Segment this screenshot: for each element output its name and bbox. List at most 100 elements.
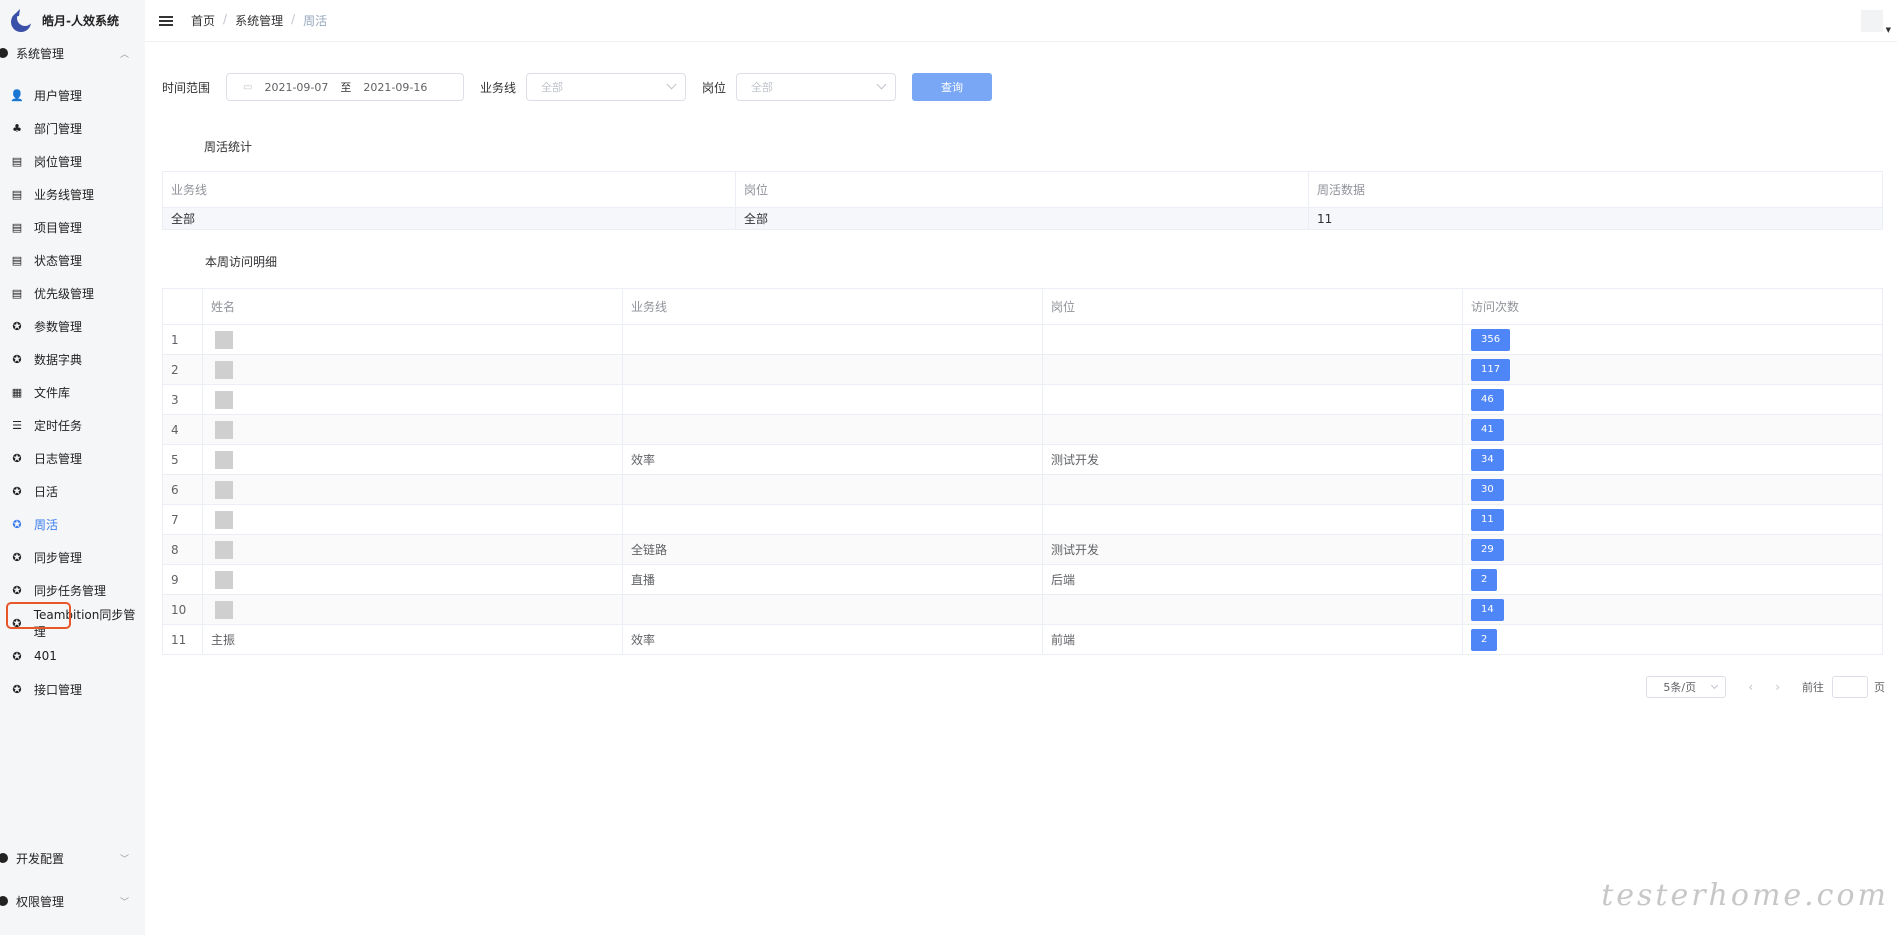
sidebar-item-label: 岗位管理 <box>34 154 83 169</box>
briefcase-icon: ▤ <box>11 286 23 300</box>
sidebar-item-label: 401 <box>34 649 57 663</box>
date-range-picker[interactable]: ▭ 2021-09-07 至 2021-09-16 <box>226 73 465 101</box>
visits-badge[interactable]: 46 <box>1471 388 1504 411</box>
page-unit-label: 页 <box>1874 681 1885 694</box>
redacted-name <box>215 420 233 439</box>
sidebar-item-label: 部门管理 <box>34 121 83 136</box>
page-size-select[interactable]: 5条/页 <box>1646 676 1727 698</box>
visits-badge[interactable]: 356 <box>1471 328 1511 351</box>
visits-badge[interactable]: 2 <box>1471 568 1498 591</box>
col-index <box>162 288 203 325</box>
chevron-down-icon <box>876 79 887 90</box>
filter-bar: 时间范围 ▭ 2021-09-07 至 2021-09-16 业务线 全部 岗位… <box>162 73 993 101</box>
sidebar-item-6[interactable]: ▤ 优先级管理 <box>0 278 145 308</box>
sidebar-item-5[interactable]: ▤ 状态管理 <box>0 245 145 275</box>
avatar[interactable] <box>1861 10 1883 32</box>
table-row: 全部 全部 11 <box>162 207 1883 230</box>
sidebar-item-11[interactable]: ✪ 日志管理 <box>0 443 145 473</box>
sidebar-item-4[interactable]: ▤ 项目管理 <box>0 212 145 242</box>
sidebar-item-label: 优先级管理 <box>34 286 95 301</box>
redacted-name <box>215 360 233 379</box>
col-business: 业务线 <box>622 288 1043 325</box>
row-index: 5 <box>171 452 179 467</box>
visits-badge[interactable]: 11 <box>1471 508 1504 531</box>
row-position: 前端 <box>1051 633 1076 647</box>
logo: 皓月-人效系统 <box>0 0 145 40</box>
redacted-name <box>215 450 233 469</box>
calendar-icon: ▭ <box>243 81 253 93</box>
row-index: 4 <box>171 422 179 437</box>
sidebar-item-15[interactable]: ✪ 同步任务管理 <box>0 575 145 605</box>
chevron-down-icon <box>1711 681 1719 690</box>
position-select[interactable]: 全部 <box>736 73 897 101</box>
sidebar-item-18[interactable]: ✪ 接口管理 <box>0 674 145 704</box>
row-index: 7 <box>171 512 179 527</box>
visits-badge[interactable]: 41 <box>1471 418 1504 441</box>
date-end[interactable]: 2021-09-16 <box>363 81 427 94</box>
logo-moon-icon <box>8 7 34 33</box>
visits-badge[interactable]: 34 <box>1471 448 1504 471</box>
time-range-label: 时间范围 <box>162 80 211 95</box>
menu-group-system[interactable]: 系统管理 ︿ <box>0 40 145 66</box>
sidebar-item-9[interactable]: ▦ 文件库 <box>0 377 145 407</box>
table-row: 3 46 <box>162 384 1883 415</box>
visits-badge[interactable]: 117 <box>1471 358 1511 381</box>
menu-toggle-icon[interactable] <box>159 14 173 28</box>
visits-badge[interactable]: 30 <box>1471 478 1504 501</box>
sidebar-item-10[interactable]: ☰ 定时任务 <box>0 410 145 440</box>
sidebar-item-1[interactable]: ♣ 部门管理 <box>0 113 145 143</box>
col-position: 岗位 <box>1042 288 1463 325</box>
sidebar-item-17[interactable]: ✪ 401 <box>0 641 145 671</box>
visits-badge[interactable]: 29 <box>1471 538 1504 561</box>
row-index: 2 <box>171 362 179 377</box>
date-start[interactable]: 2021-09-07 <box>264 81 328 94</box>
row-business: 效率 <box>631 633 656 647</box>
sidebar-item-label: 接口管理 <box>34 682 83 697</box>
topbar: 首页 / 系统管理 / 周活 ▼ <box>145 0 1897 42</box>
sidebar-item-label: 日志管理 <box>34 451 83 466</box>
settings-icon <box>0 48 8 58</box>
row-business: 全链路 <box>631 543 668 557</box>
caret-down-icon[interactable]: ▼ <box>1886 26 1891 34</box>
app-title: 皓月-人效系统 <box>42 13 119 28</box>
prev-page-icon[interactable]: ‹ <box>1748 680 1753 694</box>
menu-group-dev[interactable]: 开发配置 ﹀ <box>0 845 145 871</box>
sidebar-item-14[interactable]: ✪ 同步管理 <box>0 542 145 572</box>
next-page-icon[interactable]: › <box>1775 680 1780 694</box>
row-index: 11 <box>171 632 187 647</box>
sidebar-item-label: 日活 <box>34 484 59 499</box>
visits-badge[interactable]: 14 <box>1471 598 1504 621</box>
visits-badge[interactable]: 2 <box>1471 628 1498 651</box>
list-icon: ☰ <box>12 418 22 432</box>
briefcase-icon: ▤ <box>11 253 23 267</box>
sidebar-item-8[interactable]: ✪ 数据字典 <box>0 344 145 374</box>
row-index: 6 <box>171 482 179 497</box>
sidebar-item-label: 同步任务管理 <box>34 583 107 598</box>
redacted-name <box>215 540 233 559</box>
col-business: 业务线 <box>162 171 736 208</box>
row-position: 后端 <box>1051 573 1076 587</box>
goto-page-input[interactable] <box>1832 676 1868 698</box>
sidebar-item-label: 周活 <box>34 517 59 532</box>
sidebar-item-3[interactable]: ▤ 业务线管理 <box>0 179 145 209</box>
sidebar-item-13[interactable]: ✪ 周活 <box>0 509 145 539</box>
sidebar-item-12[interactable]: ✪ 日活 <box>0 476 145 506</box>
org-chart-icon: ♣ <box>12 121 22 135</box>
chevron-up-icon: ︿ <box>119 49 129 60</box>
row-index: 10 <box>171 602 187 617</box>
query-button[interactable]: 查询 <box>912 73 993 101</box>
menu-group-permission[interactable]: 权限管理 ﹀ <box>0 888 145 914</box>
active-highlight <box>6 602 71 629</box>
breadcrumb-system[interactable]: 系统管理 <box>235 12 283 29</box>
sidebar-item-2[interactable]: ▤ 岗位管理 <box>0 146 145 176</box>
col-name: 姓名 <box>202 288 623 325</box>
sidebar-item-7[interactable]: ✪ 参数管理 <box>0 311 145 341</box>
breadcrumb-home[interactable]: 首页 <box>191 12 215 29</box>
business-select[interactable]: 全部 <box>526 73 687 101</box>
sidebar: 皓月-人效系统 系统管理 ︿ 👤 用户管理 ♣ 部门管理 ▤ 岗位管理 ▤ 业务线管理 ▤ 项目管… <box>0 0 145 935</box>
col-visits: 访问次数 <box>1462 288 1883 325</box>
row-business: 直播 <box>631 573 656 587</box>
redacted-name <box>215 510 233 529</box>
sidebar-item-0[interactable]: 👤 用户管理 <box>0 80 145 110</box>
sidebar-item-label: 状态管理 <box>34 253 83 268</box>
